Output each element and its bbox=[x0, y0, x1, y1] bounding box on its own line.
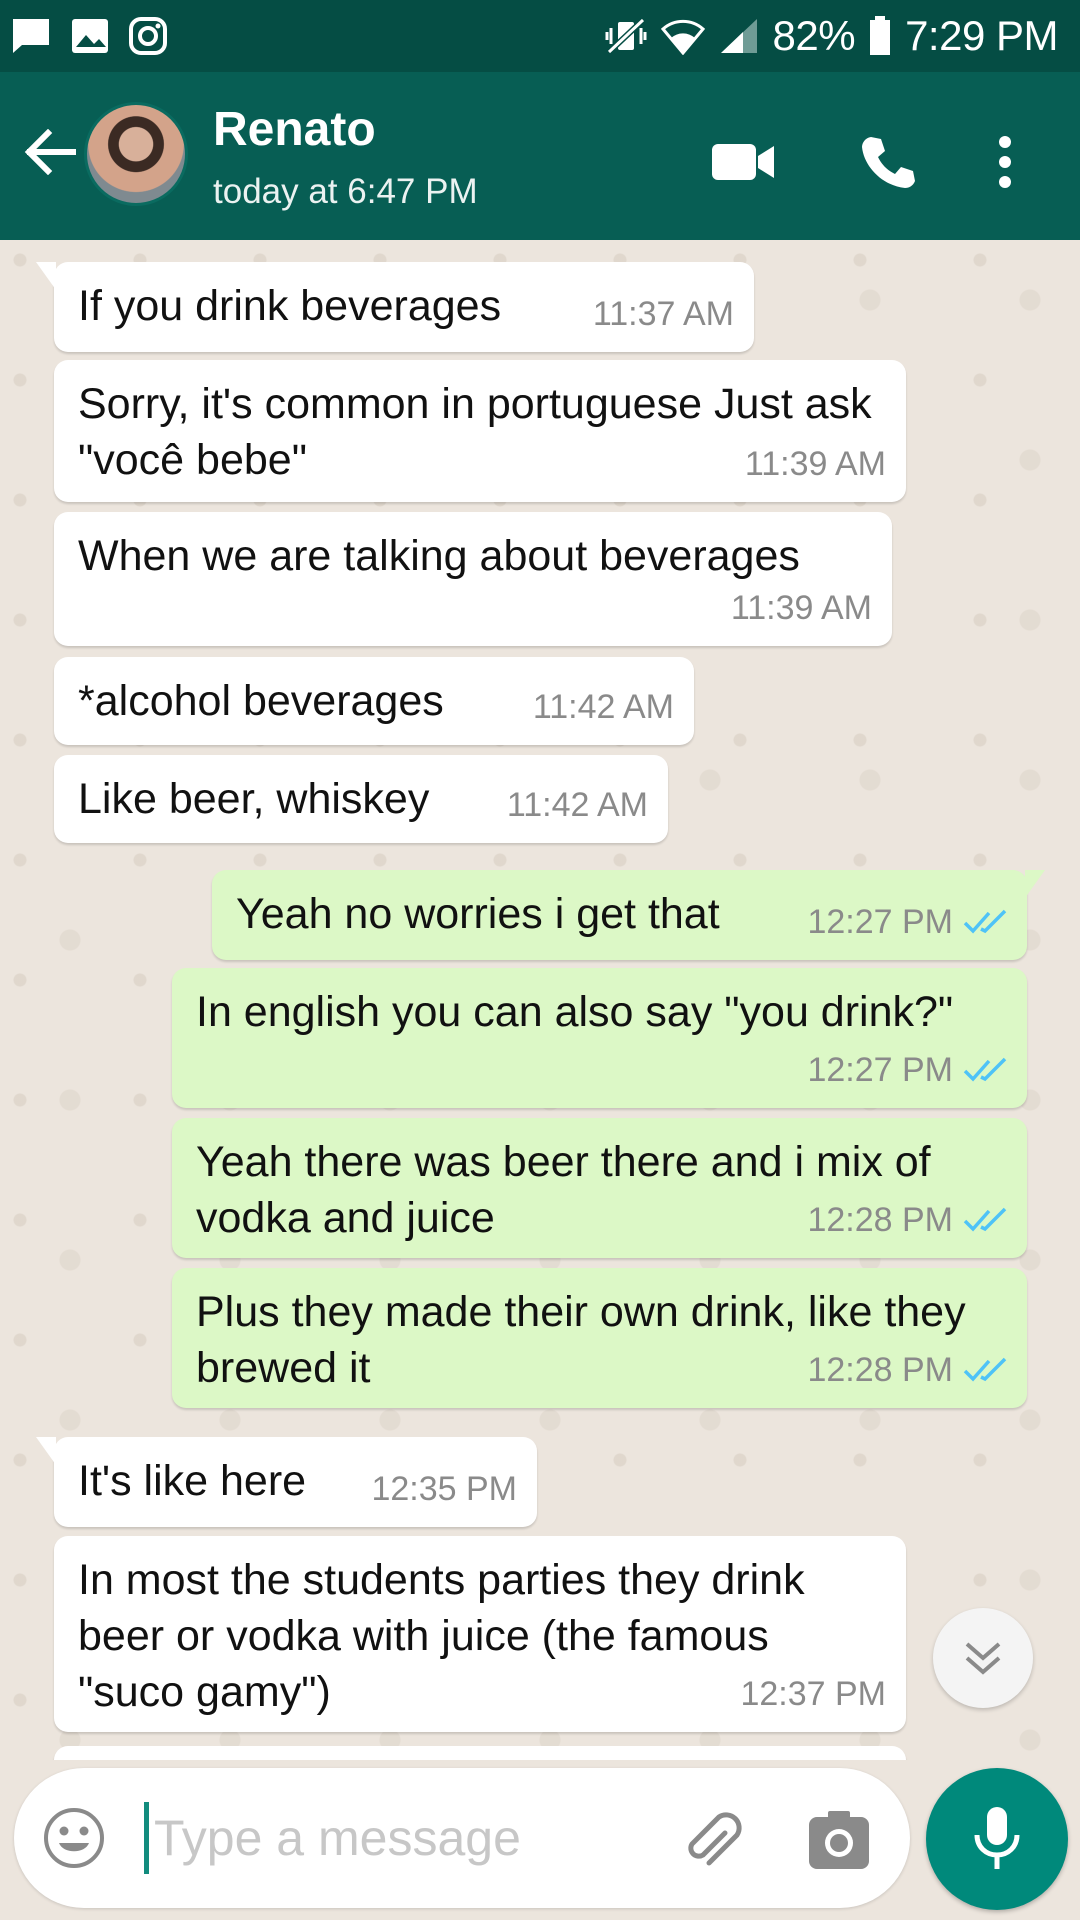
message-time: 12:27 PM bbox=[807, 1042, 1009, 1098]
voice-message-button[interactable] bbox=[926, 1768, 1068, 1910]
instagram-icon bbox=[128, 16, 168, 56]
message-time: 11:39 AM bbox=[730, 589, 872, 627]
camera-icon bbox=[809, 1811, 869, 1869]
message-bubble[interactable]: It's like here 12:35 PM bbox=[36, 1437, 537, 1527]
message-time: 12:37 PM bbox=[740, 1675, 886, 1713]
battery-icon bbox=[869, 16, 891, 56]
message-time: 12:28 PM bbox=[807, 1342, 1009, 1398]
message-list[interactable]: If you drink beverages 11:37 AM Sorry, i… bbox=[0, 240, 1080, 1760]
message-time: 12:35 PM bbox=[371, 1470, 517, 1508]
double-check-icon bbox=[963, 1057, 1009, 1083]
message-time: 11:42 AM bbox=[532, 688, 674, 726]
video-call-button[interactable] bbox=[704, 122, 784, 202]
message-text: In english you can also say "you drink?" bbox=[196, 988, 954, 1036]
camera-button[interactable] bbox=[804, 1806, 874, 1876]
message-time: 12:27 PM bbox=[807, 894, 1009, 950]
double-check-icon bbox=[963, 1357, 1009, 1383]
message-time-text: 12:28 PM bbox=[807, 1351, 953, 1389]
compose-bar bbox=[14, 1768, 910, 1908]
message-bubble-partial[interactable] bbox=[54, 1746, 906, 1760]
back-arrow-icon bbox=[24, 129, 76, 175]
chat-screen: 82% 7:29 PM Renato today at 6:47 PM If y… bbox=[0, 0, 1080, 1920]
text-cursor bbox=[144, 1802, 149, 1874]
message-bubble[interactable]: In most the students parties they drink … bbox=[54, 1536, 906, 1732]
message-time-text: 12:27 PM bbox=[807, 903, 953, 941]
chat-header: Renato today at 6:47 PM bbox=[0, 72, 1080, 240]
message-time: 11:39 AM bbox=[744, 445, 886, 483]
message-input[interactable] bbox=[154, 1798, 554, 1878]
signal-icon bbox=[719, 17, 759, 55]
message-time-text: 12:27 PM bbox=[807, 1051, 953, 1089]
status-time: 7:29 PM bbox=[905, 12, 1058, 59]
message-bubble[interactable]: If you drink beverages 11:37 AM bbox=[36, 262, 754, 352]
message-bubble[interactable]: Yeah there was beer there and i mix of v… bbox=[172, 1118, 1027, 1258]
phone-icon bbox=[862, 137, 915, 188]
more-vert-icon bbox=[999, 136, 1011, 188]
message-bubble[interactable]: Like beer, whiskey 11:42 AM bbox=[54, 755, 668, 843]
more-options-button[interactable] bbox=[975, 122, 1035, 202]
paperclip-icon bbox=[688, 1812, 742, 1866]
vibrate-off-icon bbox=[605, 16, 647, 56]
message-bubble[interactable]: When we are talking about beverages 11:3… bbox=[54, 512, 892, 646]
message-time: 11:42 AM bbox=[506, 786, 648, 824]
wifi-icon bbox=[660, 17, 705, 55]
microphone-icon bbox=[974, 1807, 1020, 1869]
image-icon bbox=[70, 17, 110, 55]
last-seen: today at 6:47 PM bbox=[213, 172, 478, 211]
video-call-icon bbox=[712, 144, 774, 180]
chevron-double-down-icon bbox=[965, 1642, 1001, 1675]
message-bubble[interactable]: Sorry, it's common in portuguese Just as… bbox=[54, 360, 906, 502]
scroll-to-bottom-button[interactable] bbox=[933, 1608, 1033, 1708]
double-check-icon bbox=[963, 1207, 1009, 1233]
message-bubble[interactable]: *alcohol beverages 11:42 AM bbox=[54, 657, 694, 745]
message-time: 12:28 PM bbox=[807, 1192, 1009, 1248]
double-check-icon bbox=[963, 909, 1009, 935]
status-bar: 82% 7:29 PM bbox=[0, 0, 1080, 72]
attach-button[interactable] bbox=[674, 1802, 754, 1882]
message-bubble[interactable]: Plus they made their own drink, like the… bbox=[172, 1268, 1027, 1408]
message-time-text: 12:28 PM bbox=[807, 1201, 953, 1239]
avatar[interactable] bbox=[84, 102, 188, 206]
back-button[interactable] bbox=[20, 122, 80, 182]
contact-name[interactable]: Renato bbox=[213, 102, 376, 157]
emoji-icon bbox=[44, 1808, 104, 1868]
voice-call-button[interactable] bbox=[848, 122, 928, 202]
emoji-button[interactable] bbox=[42, 1806, 106, 1870]
message-text: When we are talking about beverages bbox=[78, 532, 800, 580]
battery-percent: 82% bbox=[772, 12, 856, 59]
message-icon bbox=[10, 16, 52, 56]
message-bubble[interactable]: In english you can also say "you drink?"… bbox=[172, 968, 1027, 1108]
message-bubble[interactable]: Yeah no worries i get that 12:27 PM bbox=[212, 870, 1045, 960]
message-time: 11:37 AM bbox=[592, 295, 734, 333]
